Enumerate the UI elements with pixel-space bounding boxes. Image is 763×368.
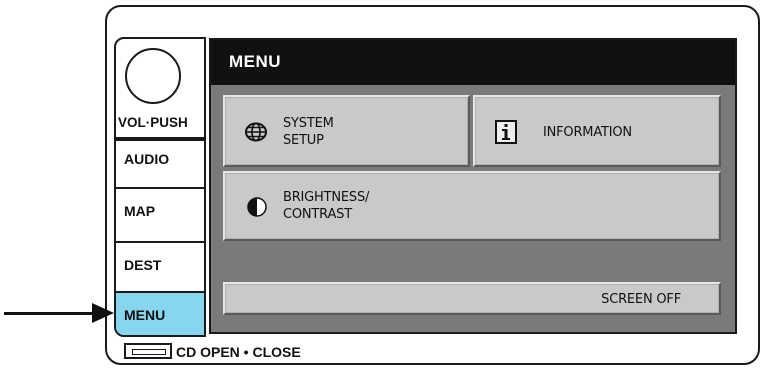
screen-off-label: SCREEN OFF	[601, 292, 681, 307]
vol-push-label: VOL·PUSH	[116, 107, 204, 137]
dest-button[interactable]: DEST	[116, 241, 204, 287]
screen-off-button[interactable]: SCREEN OFF	[223, 282, 721, 315]
map-button[interactable]: MAP	[116, 187, 204, 233]
menu-screen: MENU SYSTEM SETUP INFORMATION BRIGHTNESS…	[209, 38, 737, 334]
information-button[interactable]: INFORMATION	[473, 95, 721, 167]
brightness-contrast-label: BRIGHTNESS/ CONTRAST	[283, 189, 369, 223]
system-setup-line2: SETUP	[283, 133, 324, 148]
system-setup-button[interactable]: SYSTEM SETUP	[223, 95, 470, 167]
cd-slot-icon	[132, 349, 166, 355]
side-button-panel: VOL·PUSH AUDIO MAP DEST MENU	[114, 37, 206, 337]
information-label: INFORMATION	[543, 125, 632, 140]
system-setup-label: SYSTEM SETUP	[283, 115, 334, 149]
brightness-line1: BRIGHTNESS/	[283, 190, 370, 205]
menu-button[interactable]: MENU	[116, 291, 204, 335]
pointer-arrow-shaft	[4, 312, 96, 315]
brightness-line2: CONTRAST	[283, 207, 352, 222]
system-setup-line1: SYSTEM	[283, 116, 334, 131]
cd-open-close-label: CD OPEN • CLOSE	[176, 344, 301, 360]
info-icon	[495, 120, 517, 144]
globe-icon	[245, 122, 267, 142]
contrast-icon	[247, 197, 267, 217]
cd-eject-button[interactable]	[124, 343, 172, 359]
screen-header: MENU	[211, 40, 735, 85]
volume-knob[interactable]	[125, 48, 181, 104]
screen-title: MENU	[229, 52, 282, 71]
brightness-contrast-button[interactable]: BRIGHTNESS/ CONTRAST	[223, 171, 721, 241]
audio-button[interactable]: AUDIO	[116, 139, 204, 177]
pointer-arrow-head	[92, 303, 114, 323]
